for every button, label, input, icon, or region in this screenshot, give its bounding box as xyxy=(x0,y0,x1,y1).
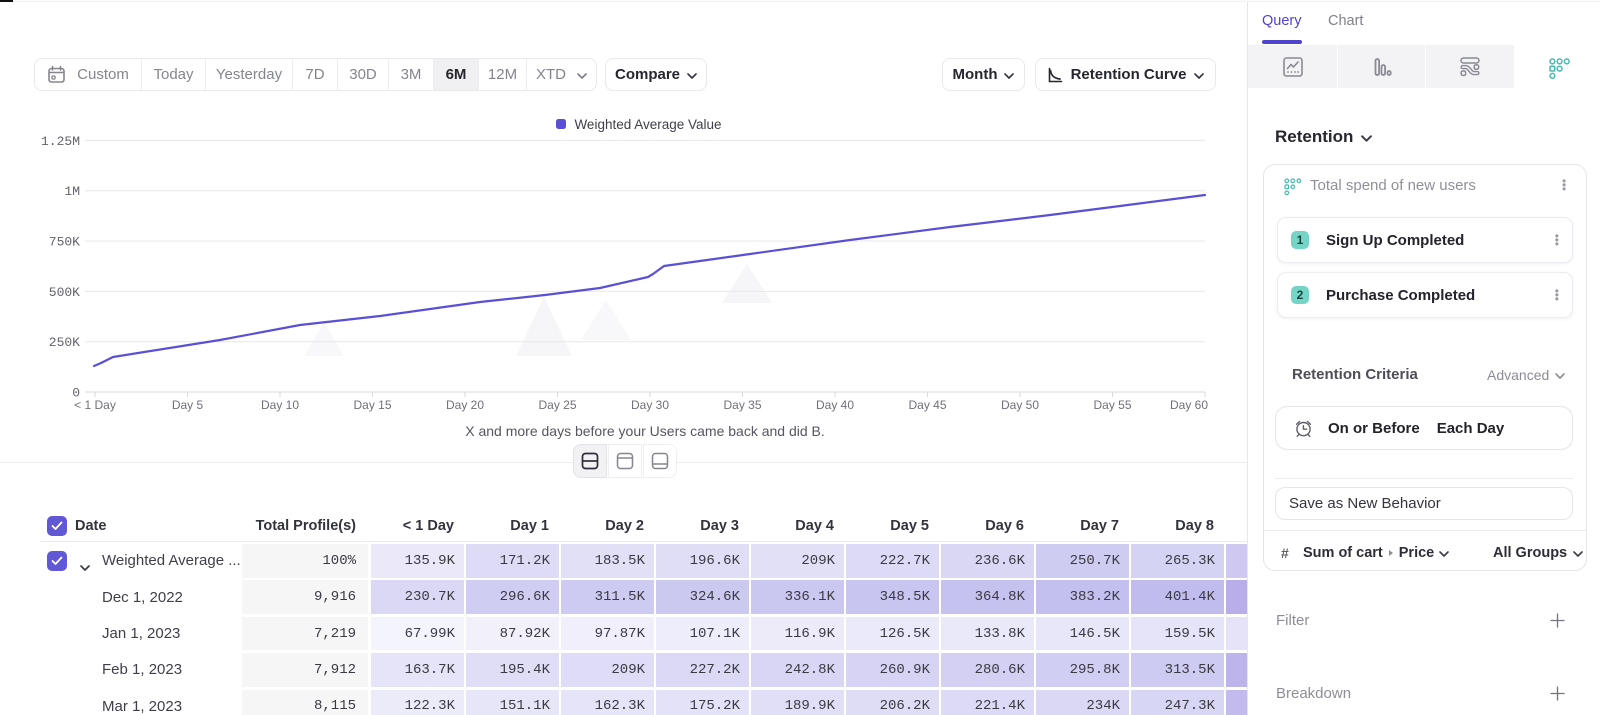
svg-text:500K: 500K xyxy=(49,285,80,300)
svg-text:Day 45: Day 45 xyxy=(908,398,946,412)
svg-text:Day 55: Day 55 xyxy=(1093,398,1131,412)
svg-text:Day 50: Day 50 xyxy=(1001,398,1039,412)
svg-text:1M: 1M xyxy=(64,184,80,199)
svg-text:1.25M: 1.25M xyxy=(41,134,80,149)
svg-text:750K: 750K xyxy=(49,235,80,250)
svg-text:Day 10: Day 10 xyxy=(261,398,299,412)
svg-text:Day 15: Day 15 xyxy=(353,398,391,412)
svg-text:Day 60: Day 60 xyxy=(1170,398,1208,412)
svg-text:250K: 250K xyxy=(49,335,80,350)
svg-text:Day 5: Day 5 xyxy=(172,398,204,412)
svg-text:Day 25: Day 25 xyxy=(538,398,576,412)
svg-text:Day 20: Day 20 xyxy=(446,398,484,412)
svg-text:Day 30: Day 30 xyxy=(631,398,669,412)
svg-text:Day 40: Day 40 xyxy=(816,398,854,412)
svg-text:Day 35: Day 35 xyxy=(723,398,761,412)
svg-text:< 1 Day: < 1 Day xyxy=(74,398,116,412)
